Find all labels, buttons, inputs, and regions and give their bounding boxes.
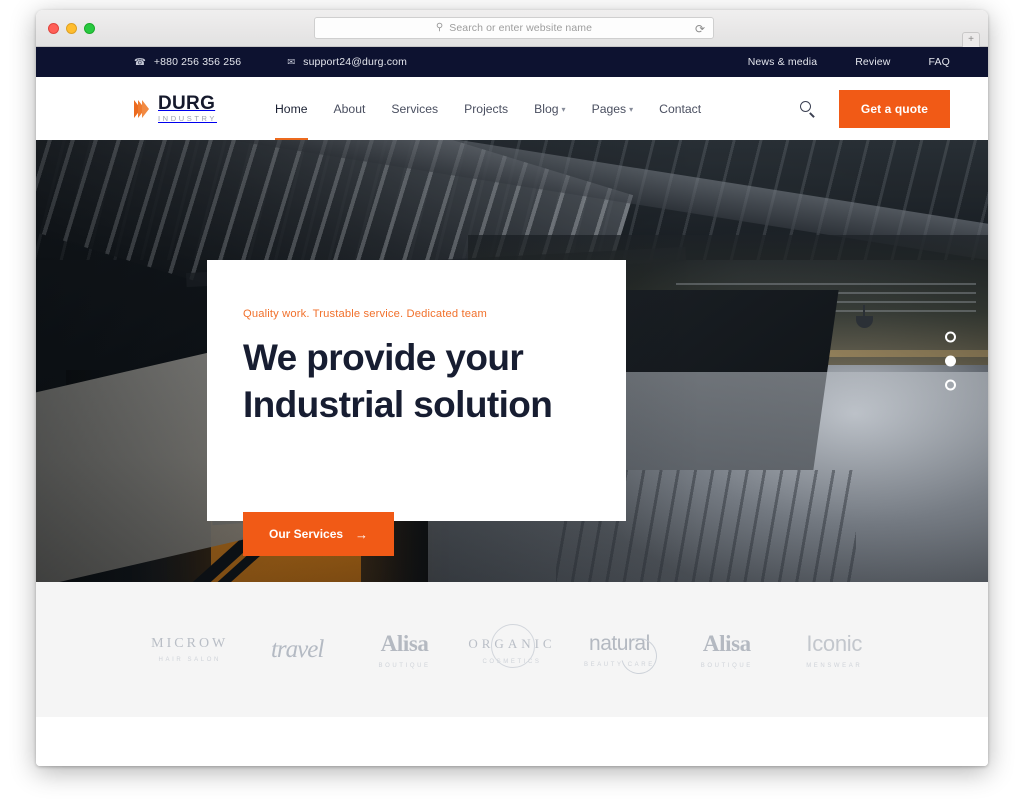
topbar-contact-group: ☎ +880 256 356 256 ✉ support24@durg.com xyxy=(134,56,407,68)
nav-item-services[interactable]: Services xyxy=(391,77,438,140)
nav-label-about: About xyxy=(333,101,366,116)
hero-title: We provide your Industrial solution xyxy=(243,334,580,429)
main-navigation: Home About Services Projects Blog ▾ Page… xyxy=(275,77,701,140)
nav-label-pages: Pages xyxy=(591,101,627,116)
topbar-phone[interactable]: ☎ +880 256 356 256 xyxy=(134,56,241,68)
topbar-phone-text: +880 256 356 256 xyxy=(153,56,242,68)
arrow-right-icon: → xyxy=(355,526,369,542)
close-window-button[interactable] xyxy=(48,23,59,34)
client-logo-alisa-2: Alisa BOUTIQUE xyxy=(673,628,780,670)
new-tab-button[interactable]: + xyxy=(962,32,980,47)
header-actions: Get a quote xyxy=(799,89,950,128)
phone-icon: ☎ xyxy=(134,56,146,68)
site-header: DURG INDUSTRY Home About Services Projec… xyxy=(36,77,988,140)
client-logo-organic: ORGANIC COSMETICS xyxy=(458,624,565,668)
hero-title-line-1: We provide your xyxy=(243,337,524,378)
logo-text: DURG INDUSTRY xyxy=(158,94,217,123)
site-logo[interactable]: DURG INDUSTRY xyxy=(134,94,217,123)
client-logo-microw: MICROW HAIR SALON xyxy=(136,635,243,665)
client-logo-microw-name: MICROW xyxy=(151,635,229,651)
site-viewport: ☎ +880 256 356 256 ✉ support24@durg.com … xyxy=(36,47,988,766)
topbar-link-review[interactable]: Review xyxy=(855,56,890,68)
reload-icon[interactable]: ⟳ xyxy=(695,22,705,36)
hero-title-line-2: Industrial solution xyxy=(243,384,553,426)
our-services-label: Our Services xyxy=(269,527,344,541)
window-controls xyxy=(48,23,95,34)
logo-name: DURG xyxy=(158,93,216,115)
client-logo-iconic: Iconic MENSWEAR xyxy=(781,629,888,670)
nav-item-home[interactable]: Home xyxy=(275,77,308,140)
hero-slide-dot-1[interactable] xyxy=(945,331,956,343)
client-logo-natural: natural BEAUTY CARE xyxy=(566,630,673,669)
browser-titlebar: ⚲ Search or enter website name ⟳ + xyxy=(36,10,988,47)
client-logo-organic-name: ORGANIC xyxy=(468,624,556,668)
topbar-links: News & media Review FAQ xyxy=(748,56,950,68)
nav-item-projects[interactable]: Projects xyxy=(464,77,508,140)
nav-item-contact[interactable]: Contact xyxy=(659,77,701,140)
topbar-link-faq[interactable]: FAQ xyxy=(929,56,950,68)
client-logo-alisa-2-name: Alisa xyxy=(702,631,751,657)
client-logo-microw-sub: HAIR SALON xyxy=(158,657,221,664)
nav-label-services: Services xyxy=(391,101,439,116)
nav-label-projects: Projects xyxy=(464,101,509,116)
chevron-down-icon: ▾ xyxy=(561,105,566,114)
client-logo-alisa-2-sub: BOUTIQUE xyxy=(700,663,753,670)
maximize-window-button[interactable] xyxy=(84,23,95,34)
topbar-email-text: support24@durg.com xyxy=(303,56,408,68)
clients-logo-strip: MICROW HAIR SALON travel Alisa BOUTIQUE … xyxy=(36,582,988,717)
hero-content-card: Quality work. Trustable service. Dedicat… xyxy=(207,260,626,556)
nav-item-about[interactable]: About xyxy=(334,77,366,140)
hero-slide-dot-2[interactable] xyxy=(945,355,956,367)
minimize-window-button[interactable] xyxy=(66,23,77,34)
logo-tagline: INDUSTRY xyxy=(158,114,217,124)
envelope-icon: ✉ xyxy=(287,56,296,68)
topbar: ☎ +880 256 356 256 ✉ support24@durg.com … xyxy=(36,47,988,77)
browser-window: ⚲ Search or enter website name ⟳ + ☎ +88… xyxy=(36,10,988,766)
client-logo-alisa-1: Alisa BOUTIQUE xyxy=(351,628,458,670)
hero-slider-dots xyxy=(945,331,956,391)
nav-item-pages[interactable]: Pages ▾ xyxy=(592,77,634,140)
topbar-email[interactable]: ✉ support24@durg.com xyxy=(287,56,407,68)
nav-label-blog: Blog xyxy=(534,101,559,116)
address-bar[interactable]: ⚲ Search or enter website name ⟳ xyxy=(314,17,714,39)
client-logo-iconic-sub: MENSWEAR xyxy=(806,662,863,669)
nav-label-contact: Contact xyxy=(659,101,702,116)
hero-eyebrow: Quality work. Trustable service. Dedicat… xyxy=(243,308,487,320)
search-icon[interactable] xyxy=(799,100,817,118)
client-logo-alisa-1-sub: BOUTIQUE xyxy=(378,663,431,670)
hero-section: Quality work. Trustable service. Dedicat… xyxy=(36,140,988,582)
page-root: ⚲ Search or enter website name ⟳ + ☎ +88… xyxy=(0,0,1024,807)
nav-label-home: Home xyxy=(275,101,308,116)
client-logo-natural-name: natural xyxy=(589,630,650,658)
chevron-down-icon: ▾ xyxy=(629,105,634,114)
address-bar-placeholder: Search or enter website name xyxy=(449,22,593,34)
hero-slide-dot-3[interactable] xyxy=(945,379,956,391)
nav-item-blog[interactable]: Blog ▾ xyxy=(534,77,565,140)
topbar-link-news-media[interactable]: News & media xyxy=(748,56,818,68)
client-logo-alisa-1-name: Alisa xyxy=(380,631,429,657)
client-logo-travel: travel xyxy=(243,633,350,667)
client-logo-natural-sub: BEAUTY CARE xyxy=(583,662,655,669)
our-services-button[interactable]: Our Services → xyxy=(243,512,395,556)
search-icon: ⚲ xyxy=(435,22,444,33)
get-a-quote-button[interactable]: Get a quote xyxy=(838,89,950,128)
page-bottom-band xyxy=(36,717,988,766)
client-logo-travel-name: travel xyxy=(270,635,324,663)
client-logo-iconic-name: Iconic xyxy=(806,631,863,657)
chevron-logo-icon xyxy=(134,99,149,118)
